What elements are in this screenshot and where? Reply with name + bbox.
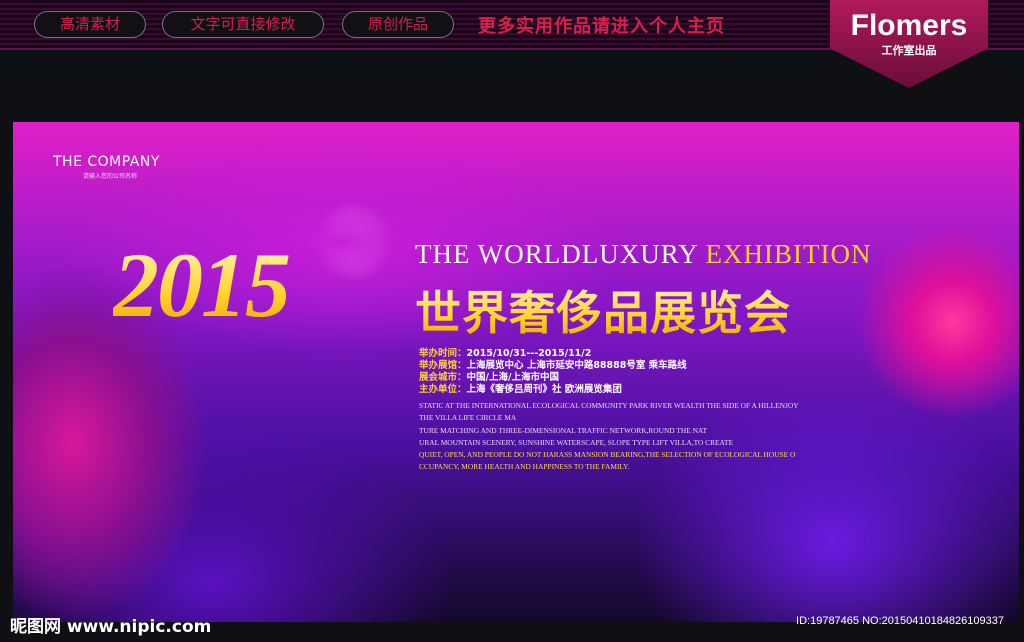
desc-line: QUIET, OPEN, AND PEOPLE DO NOT HARASS MA… — [419, 450, 796, 460]
exhibition-banner: THE COMPANY 请输入您的公司名称 2015 THE WORLDLUXU… — [13, 122, 1019, 622]
info-value: 上海《奢侈吕周刊》社 欧洲展览集团 — [466, 384, 622, 395]
event-info: 举办时间：2015/10/31---2015/11/2 举办展馆：上海展览中心 … — [419, 348, 687, 396]
tag-editable-text[interactable]: 文字可直接修改 — [162, 11, 324, 38]
company-name: THE COMPANY — [53, 154, 160, 170]
company-subtitle: 请输入您的公司名称 — [83, 173, 138, 180]
desc-line: URAL MOUNTAIN SCENERY, SUNSHINE WATERSCA… — [419, 437, 734, 447]
badge-subtitle: 工作室出品 — [881, 44, 937, 57]
year-heading: 2015 — [113, 234, 291, 336]
english-title: THE WORLDLUXURY EXHIBITION — [415, 239, 871, 270]
english-title-b: EXHIBITION — [705, 239, 872, 269]
tag-original[interactable]: 原创作品 — [342, 11, 454, 38]
english-title-a: THE WORLDLUXURY — [415, 239, 698, 269]
badge-title: Flomers — [850, 9, 968, 42]
site-watermark: 昵图网 www.nipic.com — [10, 617, 212, 637]
promo-link[interactable]: 更多实用作品请进入个人主页 — [478, 12, 725, 38]
tag-hd-material[interactable]: 高清素材 — [34, 11, 146, 38]
info-row: 举办时间：2015/10/31---2015/11/2 — [419, 348, 687, 360]
info-value: 2015/10/31---2015/11/2 — [466, 348, 592, 359]
info-row: 主办单位：上海《奢侈吕周刊》社 欧洲展览集团 — [419, 384, 687, 396]
info-label: 举办展馆： — [419, 360, 467, 371]
info-value: 中国/上海/上海市中国 — [466, 372, 559, 383]
desc-line: THE VILLA LIFE CIRCLE MA — [419, 413, 517, 423]
description: STATIC AT THE INTERNATIONAL ECOLOGICAL C… — [419, 400, 799, 474]
desc-line: CCUPANCY, MORE HEALTH AND HAPPINESS TO T… — [419, 462, 630, 472]
desc-line: TURE MATCHING AND THREE-DIMENSIONAL TRAF… — [419, 425, 707, 435]
info-value: 上海展览中心 上海市延安中路88888号室 乘车路线 — [466, 360, 687, 371]
studio-badge: Flomers 工作室出品 — [830, 0, 988, 88]
info-row: 举办展馆：上海展览中心 上海市延安中路88888号室 乘车路线 — [419, 360, 687, 372]
info-label: 展会城市： — [419, 372, 467, 383]
info-label: 主办单位： — [419, 384, 467, 395]
info-label: 举办时间： — [419, 348, 467, 359]
desc-line: STATIC AT THE INTERNATIONAL ECOLOGICAL C… — [419, 401, 799, 410]
chinese-title: 世界奢侈品展览会 — [415, 277, 791, 343]
info-row: 展会城市：中国/上海/上海市中国 — [419, 372, 687, 384]
image-id: ID:19787465 NO:20150410184826109337 — [796, 615, 1004, 627]
